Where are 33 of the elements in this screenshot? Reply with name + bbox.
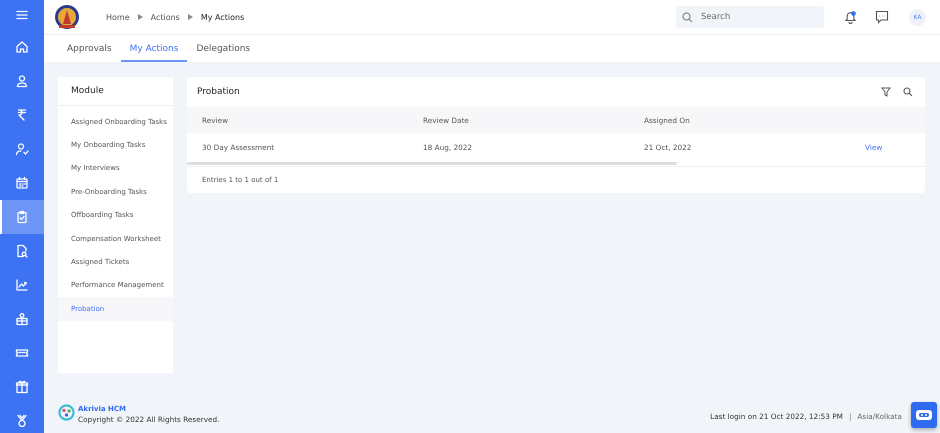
search-field[interactable]: Search [676,6,824,28]
card-title: Probation [197,87,241,97]
search-icon [682,12,693,22]
menu-icon [15,8,29,22]
bell-icon[interactable] [844,10,857,24]
search-icon[interactable] [903,87,913,97]
breadcrumb-link[interactable]: Actions [150,12,180,22]
chevron-icon [138,14,143,20]
brand-logo [58,404,75,420]
tab[interactable]: Approvals [58,37,121,62]
breadcrumb-current: My Actions [200,12,244,22]
medal-icon [15,414,29,428]
panel-title: Module [58,77,173,106]
rupee-icon [15,108,29,122]
robot-icon [915,408,933,422]
chat-icon[interactable] [875,10,889,24]
calendar-icon [15,176,29,190]
tab[interactable]: Delegations [187,37,260,62]
breadcrumb-link[interactable]: Home [106,12,130,22]
tab[interactable]: My Actions [120,37,188,62]
home-icon [15,40,29,54]
user-check-icon [15,142,29,156]
gift-user-icon [15,312,29,326]
filter-icon[interactable] [881,87,891,97]
gift-icon [15,380,29,394]
chart-icon [15,278,29,292]
chatbot-button[interactable] [911,402,937,428]
emblem-logo [54,4,80,30]
sidebar-item[interactable] [0,200,44,234]
chevron-icon [188,14,193,20]
document-search-icon [15,244,29,258]
clipboard-check-icon [15,210,29,224]
user-icon [15,74,29,88]
